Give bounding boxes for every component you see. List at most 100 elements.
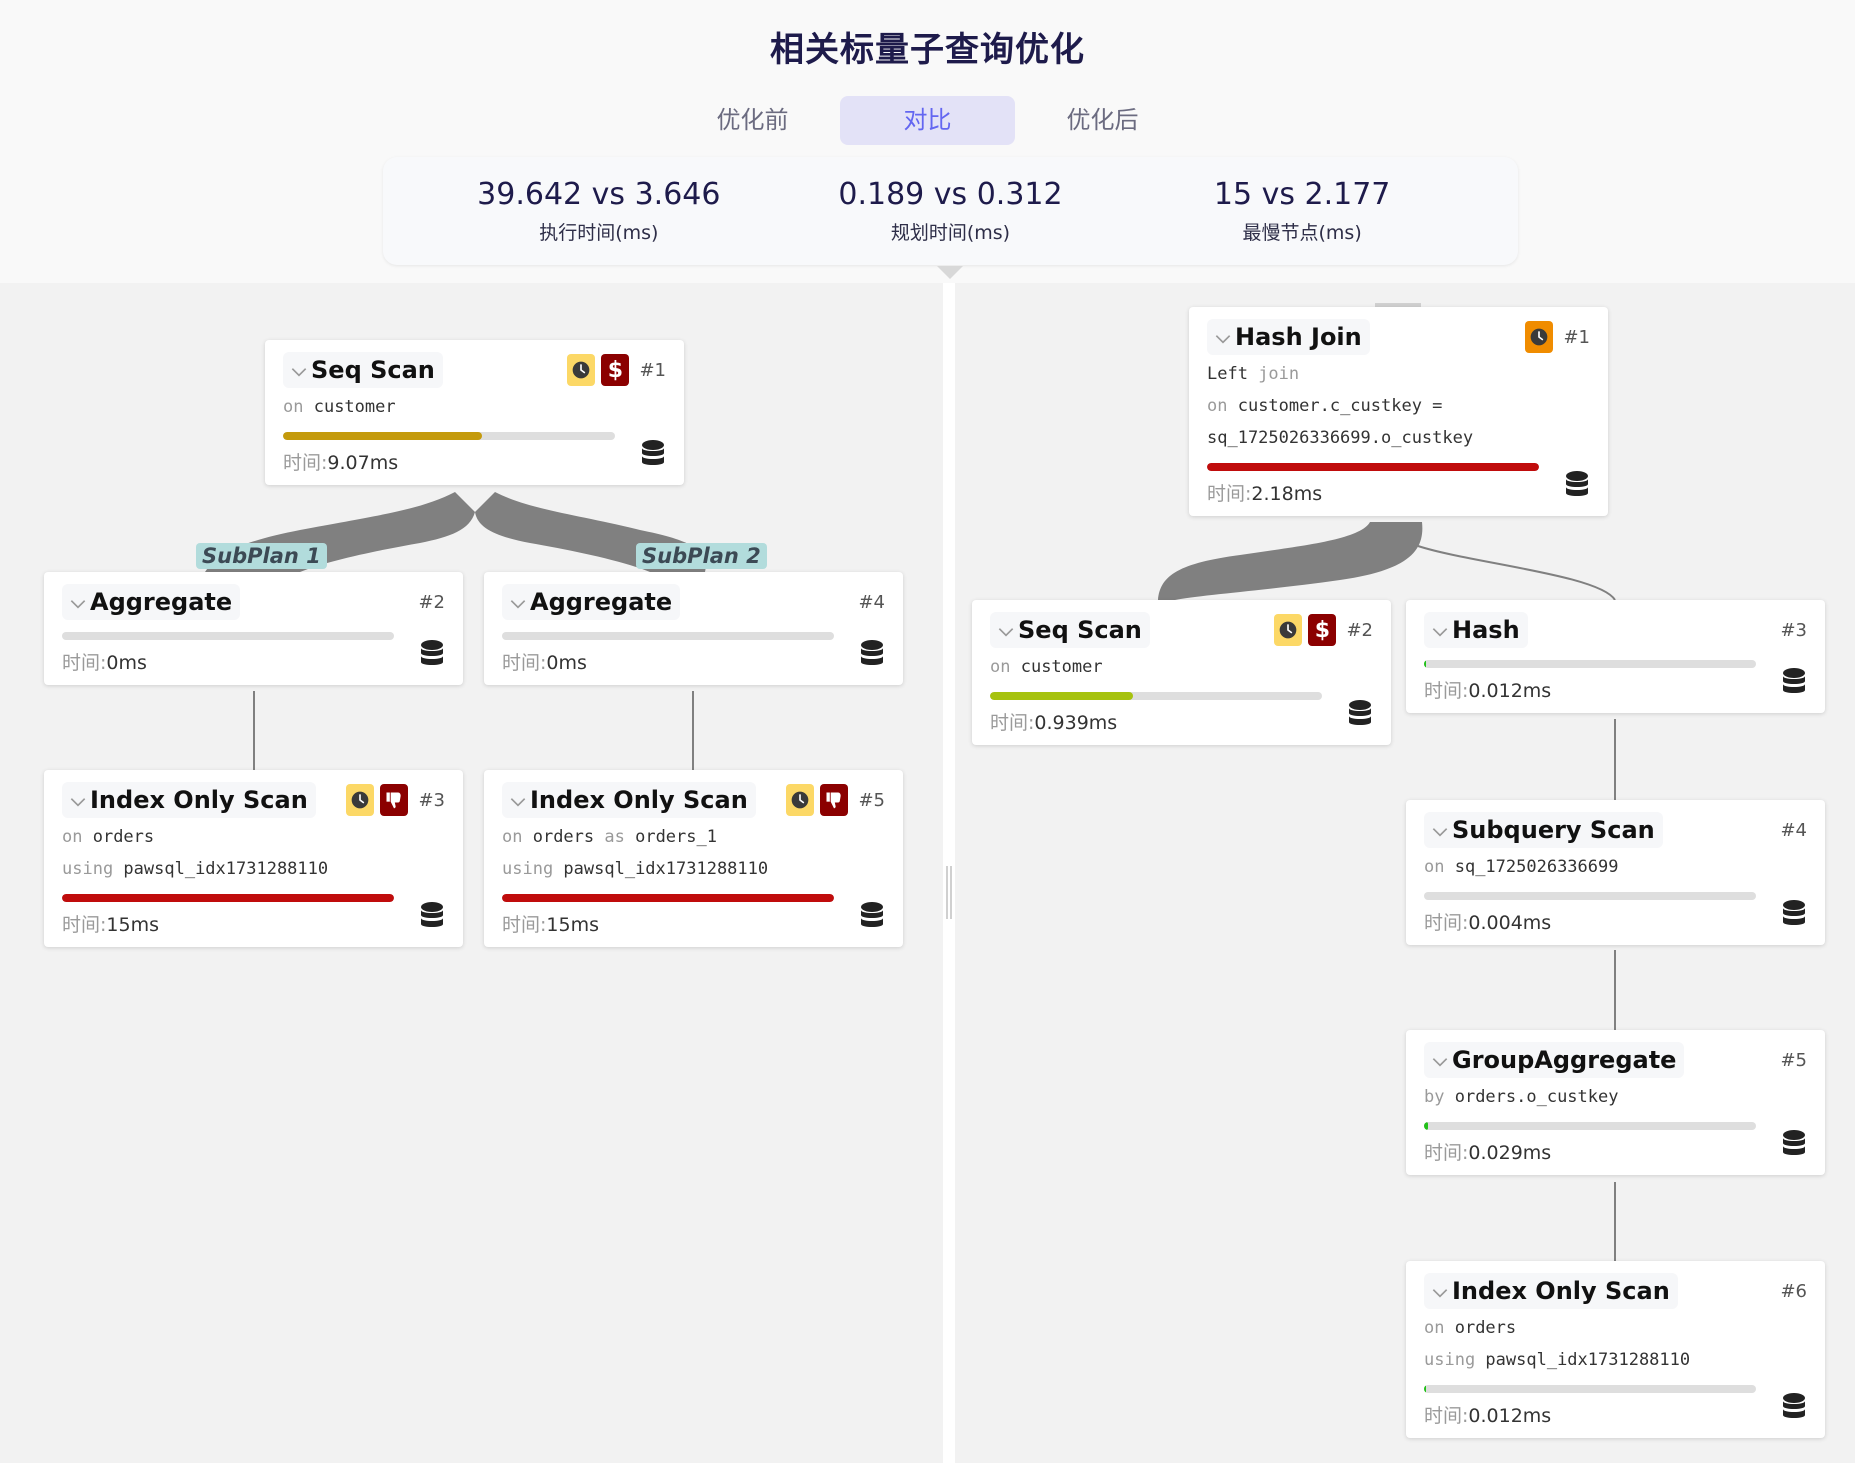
node-id: #6 <box>1780 1280 1807 1302</box>
node-type: Index Only Scan <box>90 786 308 814</box>
node-toggle-button[interactable]: Index Only Scan <box>62 782 316 818</box>
time-label: 时间: <box>1424 680 1469 702</box>
plan-node[interactable]: Index Only Scan #3 on orders using pawsql_i… <box>44 770 463 947</box>
plan-node[interactable]: Seq Scan $ #2 on customer 时间:0.939ms <box>972 600 1391 745</box>
node-metrics: 时间:0ms <box>502 632 885 675</box>
chevron-down-icon[interactable] <box>996 622 1016 642</box>
tab-compare[interactable]: 对比 <box>840 96 1015 145</box>
chevron-down-icon[interactable] <box>1213 329 1233 349</box>
node-metrics: 时间:0.939ms <box>990 692 1373 735</box>
clock-icon[interactable] <box>786 784 815 816</box>
dollar-icon[interactable]: $ <box>1308 614 1337 646</box>
node-type: Aggregate <box>90 588 233 616</box>
time-label: 时间: <box>990 712 1035 734</box>
chevron-down-icon[interactable] <box>508 594 528 614</box>
dollar-icon[interactable]: $ <box>601 354 630 386</box>
time-label: 时间: <box>1424 1405 1469 1427</box>
chevron-down-icon[interactable] <box>1430 1283 1450 1303</box>
node-toggle-button[interactable]: GroupAggregate <box>1424 1042 1685 1078</box>
plan-node[interactable]: Index Only Scan #6 on orders using pawsql_i… <box>1406 1261 1825 1438</box>
node-badges: #3 <box>346 784 445 816</box>
thumbs-down-icon[interactable] <box>820 784 849 816</box>
node-toggle-button[interactable]: Seq Scan <box>990 612 1150 648</box>
node-header: Seq Scan $ #1 <box>283 352 666 388</box>
node-toggle-button[interactable]: Aggregate <box>502 584 681 620</box>
tab-before[interactable]: 优化前 <box>665 96 840 145</box>
database-icon[interactable] <box>1781 1392 1807 1422</box>
node-id: #4 <box>858 591 885 613</box>
chevron-down-icon[interactable] <box>68 594 88 614</box>
database-icon[interactable] <box>1781 667 1807 697</box>
database-icon[interactable] <box>859 639 885 669</box>
node-id: #2 <box>1346 619 1373 641</box>
detail-keyword: join <box>1247 364 1300 384</box>
database-icon[interactable] <box>1781 1129 1807 1159</box>
page-title: 相关标量子查询优化 <box>770 30 1085 70</box>
node-metrics: 时间:0.012ms <box>1424 1385 1807 1428</box>
clock-icon[interactable] <box>567 354 596 386</box>
node-toggle-button[interactable]: Subquery Scan <box>1424 812 1663 848</box>
clock-icon[interactable] <box>1274 614 1303 646</box>
chevron-down-icon[interactable] <box>1430 1052 1450 1072</box>
plan-node[interactable]: Seq Scan $ #1 on customer 时间:9.07ms <box>265 340 684 485</box>
node-time: 时间:0ms <box>62 648 405 675</box>
time-column: 时间:0.012ms <box>1424 660 1767 703</box>
time-column: 时间:0.004ms <box>1424 892 1767 935</box>
node-type: Aggregate <box>530 588 673 616</box>
node-metrics: 时间:0.004ms <box>1424 892 1807 935</box>
stat-label: 执行时间(ms) <box>539 222 659 244</box>
node-toggle-button[interactable]: Aggregate <box>62 584 241 620</box>
detail-keyword: on <box>1424 857 1455 877</box>
plan-node[interactable]: Aggregate #4 时间:0ms <box>484 572 903 685</box>
node-detail: on orders <box>1424 1315 1807 1341</box>
plan-node[interactable]: Index Only Scan #5 on orders as orders_1 us… <box>484 770 903 947</box>
time-progress-fill <box>502 894 834 902</box>
database-icon[interactable] <box>1347 699 1373 729</box>
tab-after[interactable]: 优化后 <box>1015 96 1190 145</box>
clock-icon[interactable] <box>1525 321 1554 353</box>
node-toggle-button[interactable]: Hash Join <box>1207 319 1370 355</box>
node-metrics: 时间:0.029ms <box>1424 1122 1807 1165</box>
node-metrics: 时间:0ms <box>62 632 445 675</box>
time-column: 时间:0.029ms <box>1424 1122 1767 1165</box>
node-time: 时间:0ms <box>502 648 845 675</box>
chevron-down-icon[interactable] <box>289 362 309 382</box>
database-icon[interactable] <box>419 901 445 931</box>
chevron-down-icon[interactable] <box>508 792 528 812</box>
plan-node[interactable]: Aggregate #2 时间:0ms <box>44 572 463 685</box>
plan-node[interactable]: Subquery Scan #4 on sq_1725026336699 时间:0.0… <box>1406 800 1825 945</box>
node-toggle-button[interactable]: Index Only Scan <box>502 782 756 818</box>
node-id: #2 <box>418 591 445 613</box>
database-icon[interactable] <box>859 901 885 931</box>
chevron-down-icon[interactable] <box>68 792 88 812</box>
subplan-label-2: SubPlan 2 <box>636 543 767 569</box>
time-progress-bar <box>1424 660 1756 668</box>
plan-node[interactable]: Hash Join #1 Left join on customer.c_custke… <box>1189 307 1608 516</box>
database-icon[interactable] <box>1564 470 1590 500</box>
clock-icon[interactable] <box>346 784 375 816</box>
database-icon[interactable] <box>640 439 666 469</box>
node-toggle-button[interactable]: Index Only Scan <box>1424 1273 1678 1309</box>
node-time: 时间:0.004ms <box>1424 908 1767 935</box>
detail-value: orders <box>532 827 595 847</box>
chevron-down-icon[interactable] <box>1430 822 1450 842</box>
database-icon[interactable] <box>1781 899 1807 929</box>
chevron-down-icon[interactable] <box>1430 622 1450 642</box>
split-drag-handle[interactable] <box>946 866 952 919</box>
node-toggle-button[interactable]: Seq Scan <box>283 352 443 388</box>
plan-node[interactable]: GroupAggregate #5 by orders.o_custkey 时间:0.… <box>1406 1030 1825 1175</box>
time-value: 2.18ms <box>1251 483 1323 505</box>
detail-keyword: as <box>594 827 636 847</box>
node-type: Hash <box>1452 616 1520 644</box>
node-time: 时间:15ms <box>62 910 405 937</box>
time-label: 时间: <box>1424 1142 1469 1164</box>
database-icon[interactable] <box>419 639 445 669</box>
thumbs-down-icon[interactable] <box>380 784 409 816</box>
time-column: 时间:15ms <box>502 894 845 937</box>
time-value: 15ms <box>546 914 599 936</box>
node-id: #5 <box>1780 1049 1807 1071</box>
node-toggle-button[interactable]: Hash <box>1424 612 1528 648</box>
plan-node[interactable]: Hash #3 时间:0.012ms <box>1406 600 1825 713</box>
stat-value: 39.642 vs 3.646 <box>477 177 721 212</box>
detail-value: sq_1725026336699.o_custkey <box>1207 428 1474 448</box>
